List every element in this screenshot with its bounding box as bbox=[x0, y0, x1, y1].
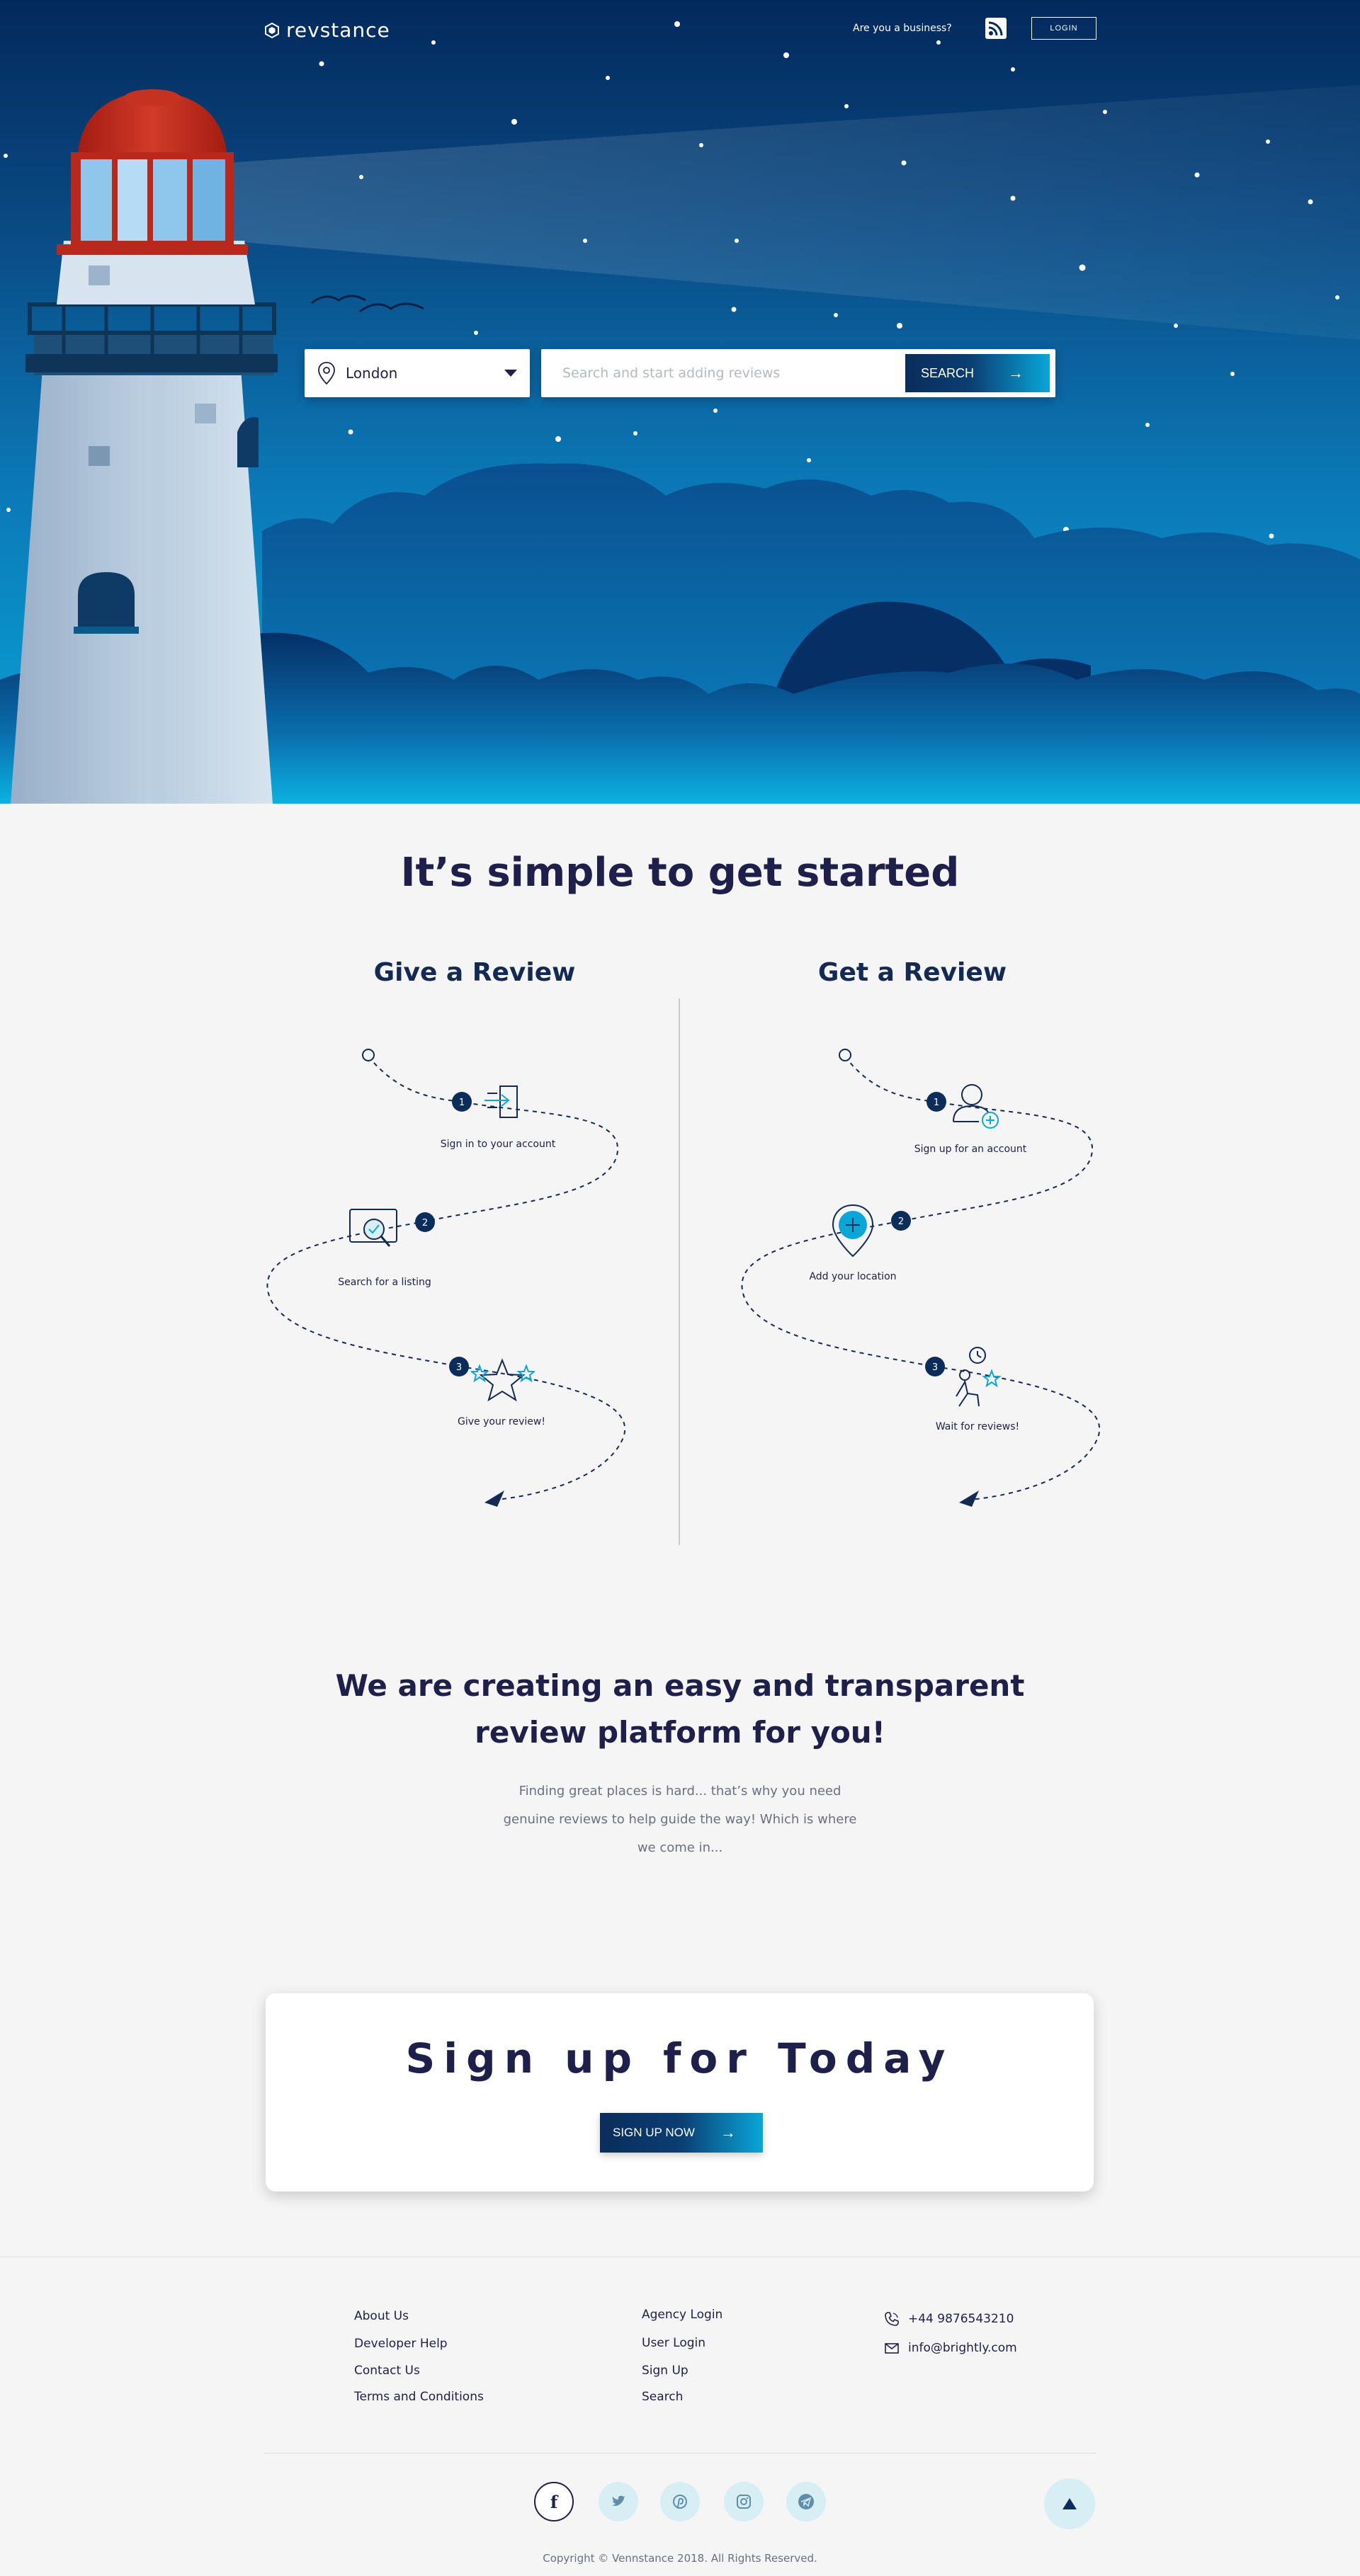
copyright-text: Copyright © Vennstance 2018. All Rights … bbox=[543, 2552, 817, 2565]
step-label: Add your location bbox=[809, 1271, 897, 1282]
logo-text: revstance bbox=[286, 18, 390, 42]
arrow-up-icon bbox=[1062, 2498, 1077, 2509]
svg-text:2: 2 bbox=[898, 1216, 904, 1227]
twitter-icon[interactable] bbox=[599, 2482, 638, 2521]
logo[interactable]: revstance bbox=[264, 18, 390, 42]
footer-link-user-login[interactable]: User Login bbox=[642, 2336, 706, 2350]
search-input[interactable] bbox=[562, 365, 905, 381]
step-number-badge: 2 bbox=[415, 1212, 435, 1232]
platform-title-line2: review platform for you! bbox=[475, 1715, 885, 1750]
svg-text:2: 2 bbox=[422, 1218, 428, 1229]
stars-icon bbox=[471, 1358, 535, 1402]
hero-banner: revstance Are you a business? LOGIN Lond… bbox=[0, 0, 1360, 804]
step-number-badge: 3 bbox=[925, 1357, 945, 1377]
signup-title: Sign up for Today bbox=[405, 2034, 954, 2082]
contact-email[interactable]: info@brightly.com bbox=[884, 2340, 1017, 2356]
sign-up-now-button[interactable]: SIGN UP NOW → bbox=[600, 2113, 763, 2153]
map-pin-icon bbox=[318, 362, 335, 385]
section-title: It’s simple to get started bbox=[400, 850, 960, 896]
column-divider bbox=[679, 998, 680, 1545]
facebook-icon[interactable]: f bbox=[534, 2482, 574, 2521]
step-number-badge: 3 bbox=[449, 1357, 469, 1377]
step-number-badge: 1 bbox=[452, 1092, 472, 1112]
mail-icon bbox=[885, 2343, 899, 2354]
waiting-person-icon bbox=[956, 1347, 1002, 1407]
give-review-title: Give a Review bbox=[373, 958, 576, 987]
pinterest-icon[interactable] bbox=[660, 2482, 700, 2521]
hero-illustration bbox=[0, 21, 1360, 804]
hexagon-logo-icon bbox=[265, 22, 279, 38]
svg-text:3: 3 bbox=[932, 1362, 938, 1373]
svg-text:1: 1 bbox=[459, 1098, 465, 1108]
search-bar: SEARCH → bbox=[541, 349, 1055, 397]
get-review-title: Get a Review bbox=[817, 958, 1007, 987]
phone-number: +44 9876543210 bbox=[908, 2312, 1014, 2326]
location-select[interactable]: London bbox=[305, 349, 530, 397]
search-button[interactable]: SEARCH → bbox=[905, 354, 1050, 392]
step-label: Search for a listing bbox=[338, 1277, 431, 1288]
sign-up-button-label: SIGN UP NOW bbox=[613, 2126, 695, 2139]
svg-text:3: 3 bbox=[456, 1362, 462, 1373]
search-button-label: SEARCH bbox=[921, 365, 975, 380]
add-location-icon bbox=[832, 1204, 874, 1258]
add-user-icon bbox=[953, 1084, 999, 1129]
platform-title-line1: We are creating an easy and transparent bbox=[335, 1668, 1025, 1703]
footer-link-contact[interactable]: Contact Us bbox=[354, 2364, 420, 2378]
step-label: Sign in to your account bbox=[440, 1139, 556, 1150]
footer-link-agency-login[interactable]: Agency Login bbox=[642, 2308, 722, 2322]
login-button[interactable]: LOGIN bbox=[1031, 17, 1096, 40]
step-number-badge: 2 bbox=[891, 1211, 911, 1231]
svg-text:1: 1 bbox=[934, 1098, 939, 1108]
step-label: Wait for reviews! bbox=[935, 1421, 1020, 1432]
step-number-badge: 1 bbox=[926, 1092, 946, 1112]
platform-title: We are creating an easy and transparent … bbox=[326, 1663, 1034, 1756]
step-label: Give your review! bbox=[458, 1416, 545, 1427]
search-listing-icon bbox=[349, 1209, 397, 1247]
phone-icon bbox=[885, 2312, 899, 2326]
telegram-icon[interactable] bbox=[786, 2482, 826, 2521]
sign-in-icon bbox=[484, 1085, 518, 1118]
chevron-down-icon bbox=[504, 370, 517, 377]
footer-link-terms[interactable]: Terms and Conditions bbox=[354, 2390, 484, 2404]
arrow-right-icon: → bbox=[1008, 364, 1024, 382]
footer-link-sign-up[interactable]: Sign Up bbox=[642, 2364, 688, 2378]
contact-phone[interactable]: +44 9876543210 bbox=[884, 2311, 1014, 2327]
instagram-icon[interactable] bbox=[724, 2482, 764, 2521]
footer-link-developer-help[interactable]: Developer Help bbox=[354, 2337, 448, 2351]
business-link[interactable]: Are you a business? bbox=[853, 23, 952, 34]
arrow-right-icon: → bbox=[720, 2124, 736, 2141]
footer-divider bbox=[264, 2453, 1096, 2454]
location-value: London bbox=[346, 365, 398, 382]
platform-description: Finding great places is hard... that’s w… bbox=[503, 1784, 857, 1855]
step-label: Sign up for an account bbox=[914, 1144, 1027, 1155]
footer-link-search[interactable]: Search bbox=[642, 2390, 683, 2404]
signup-card: Sign up for Today SIGN UP NOW → bbox=[266, 1993, 1094, 2192]
rss-icon[interactable] bbox=[985, 18, 1007, 39]
email-address: info@brightly.com bbox=[908, 2341, 1017, 2355]
back-to-top-button[interactable] bbox=[1044, 2478, 1095, 2529]
footer-link-about[interactable]: About Us bbox=[354, 2309, 409, 2323]
